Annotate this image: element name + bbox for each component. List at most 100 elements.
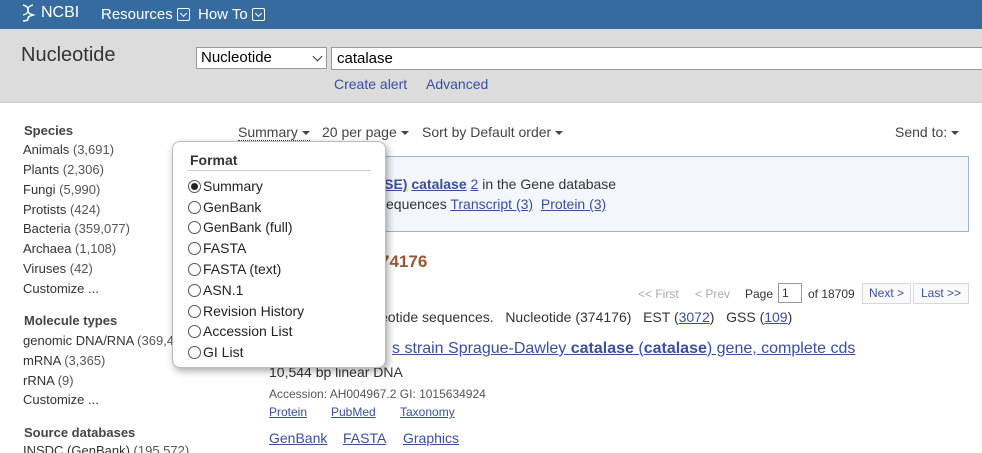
pager-last-button[interactable]: Last >> [913, 283, 969, 304]
format-option-label: FASTA (text) [203, 261, 282, 277]
format-dropdown[interactable]: Summary [238, 124, 310, 141]
format-option-fasta-text[interactable]: FASTA (text) [188, 261, 281, 277]
filter-label: Archaea [23, 241, 72, 256]
ncbi-logo-text: NCBI [41, 4, 80, 21]
format-option-genbank-full[interactable]: GenBank (full) [188, 219, 292, 235]
format-option-accession-list[interactable]: Accession List [188, 323, 292, 339]
gss-label: GSS ( [726, 309, 765, 325]
filter-count: (369,4 [137, 333, 175, 348]
format-dropdown-label: Summary [238, 124, 298, 140]
filter-molecule-rrna[interactable]: rRNA (9) [23, 373, 74, 388]
result-title-part: ( [633, 340, 644, 357]
filter-molecule-genomic[interactable]: genomic DNA/RNA (369,4 [23, 333, 174, 348]
found-prefix: eotide sequences. [380, 309, 494, 325]
howto-menu[interactable]: How To [198, 6, 265, 23]
send-to-label: Send to: [895, 124, 948, 140]
species-filter-title: Species [24, 123, 74, 138]
database-title: Nucleotide [21, 44, 116, 66]
search-band: Nucleotide Nucleotide catalase Create al… [0, 29, 982, 103]
send-to-dropdown[interactable]: Send to: [895, 124, 960, 140]
chevron-down-icon [312, 51, 323, 62]
caret-down-icon [951, 131, 960, 136]
filter-species-viruses[interactable]: Viruses (42) [23, 261, 93, 276]
filter-molecule-mrna[interactable]: mRNA (3,365) [23, 353, 105, 368]
filter-species-animals[interactable]: Animals (3,691) [23, 142, 114, 157]
per-page-label: 20 per page [322, 124, 397, 140]
radio-icon [188, 283, 201, 297]
result-fasta-link[interactable]: FASTA [343, 430, 386, 446]
filter-label: mRNA [23, 353, 61, 368]
radio-icon [188, 304, 201, 318]
filter-species-bacteria[interactable]: Bacteria (359,077) [23, 221, 130, 236]
result-genbank-link[interactable]: GenBank [269, 430, 327, 446]
transcript-link[interactable]: Transcript (3) [450, 196, 533, 212]
ncbi-logo[interactable]: NCBI [20, 4, 79, 22]
result-pubmed-link[interactable]: PubMed [331, 405, 376, 419]
per-page-dropdown[interactable]: 20 per page [322, 124, 409, 140]
filter-species-plants[interactable]: Plants (2,306) [23, 162, 104, 177]
filter-label: Viruses [23, 261, 67, 276]
filter-count: (1,108) [75, 241, 117, 256]
format-option-label: GenBank [203, 199, 262, 215]
result-graphics-link[interactable]: Graphics [403, 430, 459, 446]
pager-page-input[interactable]: 1 [778, 283, 802, 303]
resources-menu[interactable]: Resources [101, 6, 190, 23]
create-alert-link[interactable]: Create alert [334, 76, 407, 92]
result-title-bold: catalase [643, 340, 707, 357]
sort-dropdown[interactable]: Sort by Default order [422, 124, 564, 140]
gene-sensor-box: ASE) catalase 2 in the Gene database equ… [345, 156, 969, 232]
advanced-search-link[interactable]: Advanced [426, 76, 488, 92]
format-option-genbank[interactable]: GenBank [188, 199, 261, 215]
format-option-asn1[interactable]: ASN.1 [188, 282, 243, 298]
radio-icon [188, 262, 201, 276]
gss-count-link[interactable]: 109 [764, 309, 787, 325]
filter-species-protists[interactable]: Protists (424) [23, 202, 100, 217]
pager-first[interactable]: << First [638, 287, 679, 301]
pager-prev[interactable]: < Prev [695, 287, 730, 301]
format-option-label: Revision History [203, 303, 305, 319]
sort-label: Sort by Default order [422, 124, 552, 140]
format-option-label: Summary [203, 178, 263, 194]
database-select-value: Nucleotide [201, 49, 272, 66]
result-title-link[interactable]: s strain Sprague-Dawley catalase (catala… [392, 340, 855, 358]
radio-icon [188, 345, 201, 359]
filter-source-insdc[interactable]: INSDC (GenBank) (195,572) [23, 443, 189, 453]
filter-count: (5,990) [59, 182, 101, 197]
format-option-gi-list[interactable]: GI List [188, 344, 243, 360]
format-option-fasta[interactable]: FASTA [188, 240, 246, 256]
result-protein-link[interactable]: Protein [269, 405, 307, 419]
format-option-label: FASTA [203, 240, 247, 256]
est-count-link[interactable]: 3072 [679, 309, 710, 325]
format-option-label: GI List [203, 344, 244, 360]
filter-count: (359,077) [74, 221, 130, 236]
result-title-bold: catalase [570, 340, 634, 357]
pager-total-pages: of 18709 [808, 287, 855, 301]
filter-count: (3,691) [72, 142, 115, 157]
filter-count: (2,306) [62, 162, 104, 177]
source-filter-title: Source databases [24, 425, 136, 440]
format-popup-title: Format [190, 152, 238, 168]
protein-link[interactable]: Protein (3) [541, 196, 606, 212]
est-label: EST ( [643, 309, 679, 325]
format-option-label: Accession List [203, 323, 293, 339]
filter-count: (9) [57, 373, 74, 388]
radio-selected-icon [188, 179, 201, 193]
chevron-down-icon [176, 8, 190, 21]
format-option-revision-history[interactable]: Revision History [188, 303, 304, 319]
molecule-customize-link[interactable]: Customize ... [23, 392, 99, 407]
pager-next-button[interactable]: Next > [862, 283, 911, 304]
pager-page-label: Page [745, 287, 774, 301]
gene-catalase-link[interactable]: catalase [411, 176, 466, 192]
filter-species-fungi[interactable]: Fungi (5,990) [23, 182, 100, 197]
filter-label: Plants [23, 162, 60, 177]
divider [187, 170, 371, 171]
filter-species-archaea[interactable]: Archaea (1,108) [23, 241, 116, 256]
database-select[interactable]: Nucleotide [196, 47, 327, 69]
filter-label: genomic DNA/RNA [23, 333, 134, 348]
format-option-summary[interactable]: Summary [188, 178, 263, 194]
result-taxonomy-link[interactable]: Taxonomy [400, 405, 455, 419]
search-input[interactable]: catalase [331, 47, 982, 70]
format-popup: Format Summary GenBank GenBank (full) FA… [172, 141, 386, 368]
species-customize-link[interactable]: Customize ... [23, 281, 99, 296]
gene-number-link[interactable]: 2 [471, 176, 479, 192]
